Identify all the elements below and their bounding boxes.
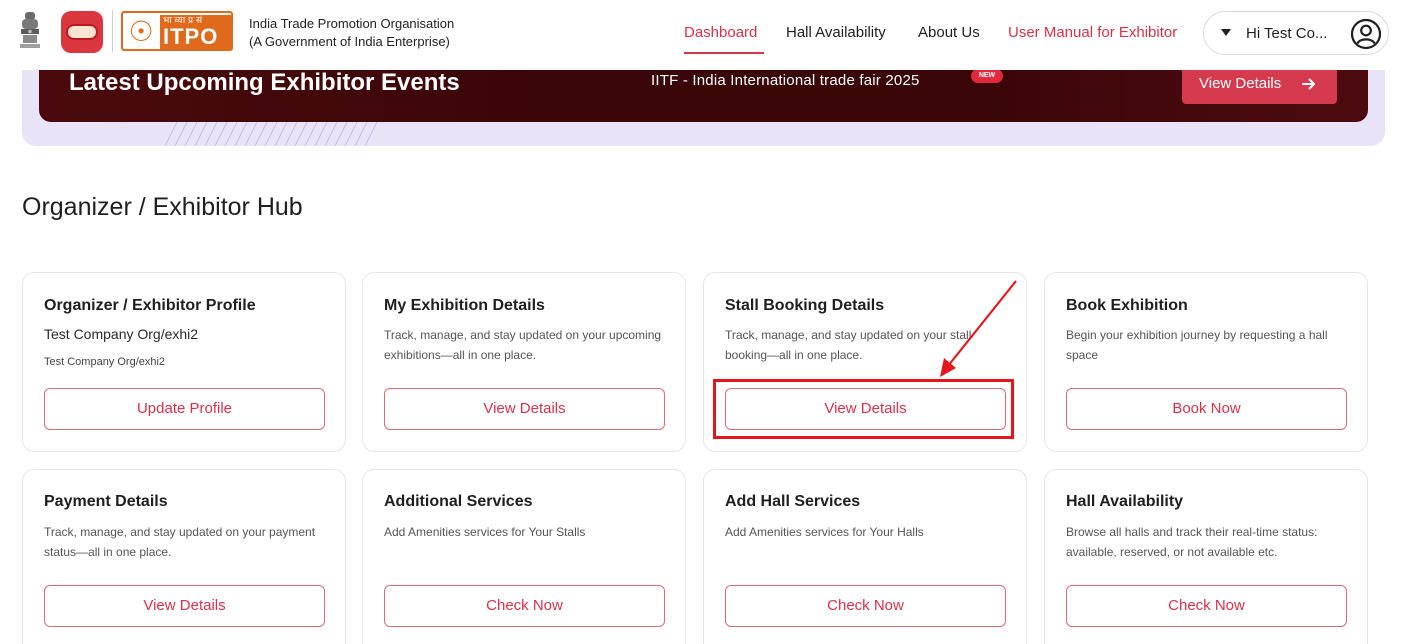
itpo-wordmark: ITPO [163,24,219,49]
card-description: Browse all halls and track their real-ti… [1066,525,1318,559]
decorative-stripes [164,122,378,146]
hall-services-check-now-button[interactable]: Check Now [725,585,1006,627]
card-add-hall-services: Add Hall Services Add Amenities services… [703,469,1027,644]
org-name-line2: (A Government of India Enterprise) [249,34,450,49]
nav-hall-availability[interactable]: Hall Availability [786,23,886,43]
card-company-id: Test Company Org/exhi2 [44,356,166,368]
annotation-arrow-icon [940,280,1017,377]
hall-availability-check-now-button[interactable]: Check Now [1066,585,1347,627]
additional-services-check-now-button[interactable]: Check Now [384,585,665,627]
user-greeting: Hi Test Co... [1246,25,1328,42]
card-description: Add Amenities services for Your Halls [725,525,924,539]
card-payment-details: Payment Details Track, manage, and stay … [22,469,346,644]
banner-event-name[interactable]: IITF - India International trade fair 20… [651,71,920,91]
card-additional-services: Additional Services Add Amenities servic… [362,469,686,644]
payment-view-details-button[interactable]: View Details [44,585,325,627]
card-description: Track, manage, and stay updated on your … [44,525,316,559]
card-company-name: Test Company Org/exhi2 [44,326,199,342]
itpo-symbol-icon: ☉ [128,15,154,48]
top-header: ☉ भा व्या प्र सं ITPO India Trade Promot… [0,0,1417,70]
card-title: Add Hall Services [725,493,861,510]
caret-down-icon [1221,29,1231,36]
new-badge: NEW [971,69,1003,83]
card-title: Stall Booking Details [725,297,885,314]
card-title: Additional Services [384,493,533,510]
card-title: Organizer / Exhibitor Profile [44,297,256,314]
arrow-right-icon [1302,78,1315,90]
brand-logo-icon[interactable] [61,11,103,53]
national-emblem-icon [20,12,40,48]
update-profile-button[interactable]: Update Profile [44,388,325,430]
card-exhibitor-profile: Organizer / Exhibitor Profile Test Compa… [22,272,346,452]
nav-dashboard[interactable]: Dashboard [684,23,757,43]
nav-about-us[interactable]: About Us [918,23,980,43]
annotation-highlight-box [713,379,1014,439]
nav-active-indicator [684,52,764,54]
card-title: My Exhibition Details [384,297,545,314]
card-my-exhibition-details: My Exhibition Details Track, manage, and… [362,272,686,452]
card-title: Book Exhibition [1066,297,1188,314]
itpo-logo[interactable]: ☉ भा व्या प्र सं ITPO [121,11,233,51]
card-title: Hall Availability [1066,493,1184,510]
header-divider [112,10,113,52]
user-avatar-icon [1350,18,1382,50]
card-description: Track, manage, and stay updated on your … [384,328,662,362]
banner-title: Latest Upcoming Exhibitor Events [69,69,460,96]
section-title: Organizer / Exhibitor Hub [22,193,303,221]
book-now-button[interactable]: Book Now [1066,388,1347,430]
org-name-line1: India Trade Promotion Organisation [249,16,455,31]
user-menu-button[interactable]: Hi Test Co... [1203,11,1389,55]
card-title: Payment Details [44,493,168,510]
card-description: Add Amenities services for Your Stalls [384,525,586,539]
card-hall-availability: Hall Availability Browse all halls and t… [1044,469,1368,644]
org-name: India Trade Promotion Organisation (A Go… [249,15,454,51]
nav-user-manual[interactable]: User Manual for Exhibitor [1008,23,1177,43]
exhibition-view-details-button[interactable]: View Details [384,388,665,430]
card-book-exhibition: Book Exhibition Begin your exhibition jo… [1044,272,1368,452]
card-description: Begin your exhibition journey by request… [1066,328,1328,362]
